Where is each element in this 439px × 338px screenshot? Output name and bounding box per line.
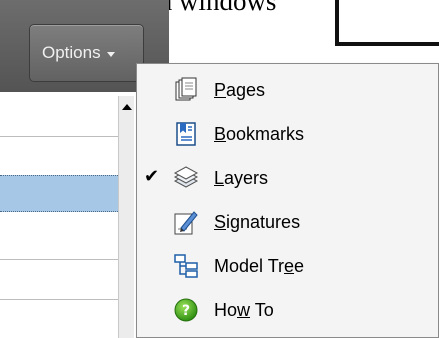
layers-icon — [173, 166, 199, 188]
signatures-icon — [174, 211, 198, 235]
menu-item-bookmarks[interactable]: Bookmarks — [137, 113, 438, 155]
menu-item-pages[interactable]: Pages — [137, 69, 438, 111]
chevron-down-icon — [106, 51, 115, 57]
panel-row[interactable] — [0, 299, 118, 300]
options-button[interactable]: Options — [29, 24, 144, 82]
menu-item-how-to[interactable]: ? How To — [137, 289, 438, 331]
menu-item-layers[interactable]: ✔ Layers — [137, 157, 438, 199]
menu-item-signatures[interactable]: Signatures — [137, 201, 438, 243]
options-menu: Pages Bookmarks ✔ Layers Signatures Mode… — [136, 63, 439, 338]
panel-row[interactable] — [0, 136, 118, 137]
help-icon: ? — [174, 298, 198, 322]
menu-item-label: Model Tree — [214, 256, 305, 276]
bookmarks-icon — [176, 122, 196, 146]
annotation-bracket — [335, 0, 439, 46]
model-tree-icon — [174, 254, 198, 278]
menu-item-label: Pages — [214, 80, 266, 100]
panel-row-selected[interactable] — [0, 175, 118, 212]
options-label: Options — [42, 43, 101, 62]
pages-icon — [175, 77, 197, 101]
svg-text:?: ? — [182, 303, 190, 319]
scroll-up-arrow-icon[interactable] — [122, 104, 132, 110]
menu-item-model-tree[interactable]: Model Tree — [137, 245, 438, 287]
menu-item-label: Bookmarks — [214, 124, 305, 144]
scrollbar[interactable] — [118, 96, 134, 338]
panel-row[interactable] — [0, 259, 118, 260]
menu-item-label: Layers — [214, 168, 269, 188]
menu-item-label: Signatures — [214, 212, 301, 232]
check-icon: ✔ — [144, 166, 160, 186]
menu-item-label: How To — [214, 300, 274, 320]
